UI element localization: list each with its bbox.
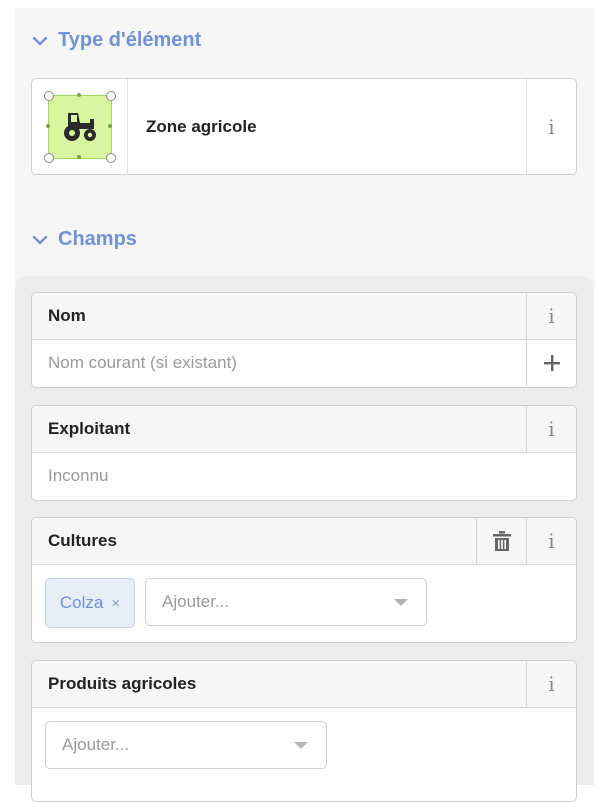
add-localized-name-button[interactable] [526, 340, 576, 386]
delete-button[interactable] [476, 518, 526, 564]
info-icon: i [548, 417, 555, 441]
midpoint-handle [108, 124, 112, 128]
chip-remove-icon[interactable]: × [111, 595, 120, 612]
info-button[interactable]: i [526, 79, 576, 174]
chip-label: Colza [59, 593, 104, 612]
field-label: Exploitant [48, 419, 131, 438]
midpoint-handle [77, 155, 81, 159]
preset-icon-cell [32, 79, 128, 174]
midpoint-handle [77, 93, 81, 97]
chevron-down-icon [32, 36, 48, 45]
info-icon: i [548, 114, 555, 139]
field-label: Cultures [48, 531, 117, 550]
field-header: Cultures i [32, 518, 576, 565]
fields-section-title: Champs [58, 228, 137, 250]
info-button[interactable]: i [526, 518, 576, 564]
field-cultures: Cultures i Colza × Ajouter... [31, 517, 577, 643]
field-label: Nom [48, 306, 86, 325]
field-produits-agricoles: Produits agricoles i Ajouter... [31, 660, 577, 802]
crop-chip: Colza × [45, 578, 135, 628]
info-icon: i [548, 529, 555, 553]
info-button[interactable]: i [526, 293, 576, 339]
field-exploitant: Exploitant i Inconnu [31, 405, 577, 501]
name-input[interactable]: Nom courant (si existant) [32, 340, 576, 386]
field-nom: Nom i Nom courant (si existant) [31, 292, 577, 388]
caret-down-icon [294, 742, 308, 749]
vertex-handle [106, 153, 116, 163]
trash-icon [492, 531, 511, 551]
field-label: Produits agricoles [48, 674, 197, 693]
info-button[interactable]: i [526, 661, 576, 707]
vertex-handle [44, 153, 54, 163]
info-button[interactable]: i [526, 406, 576, 452]
combobox-placeholder: Ajouter... [162, 592, 230, 611]
crop-combobox[interactable]: Ajouter... [145, 578, 427, 626]
vertex-handle [106, 91, 116, 101]
midpoint-handle [46, 124, 50, 128]
field-header: Exploitant i [32, 406, 576, 453]
tractor-icon [64, 113, 96, 141]
chevron-down-icon [32, 235, 48, 244]
caret-down-icon [394, 599, 408, 606]
info-icon: i [548, 304, 555, 328]
operator-input[interactable]: Inconnu [32, 453, 576, 499]
type-section-title: Type d'élément [58, 29, 202, 51]
type-section-toggle[interactable]: Type d'élément [32, 29, 201, 52]
info-icon: i [548, 672, 555, 696]
field-header: Nom i [32, 293, 576, 340]
fields-section-toggle[interactable]: Champs [32, 228, 137, 251]
field-header: Produits agricoles i [32, 661, 576, 708]
vertex-handle [44, 91, 54, 101]
combobox-placeholder: Ajouter... [62, 735, 130, 754]
preset-label: Zone agricole [146, 116, 257, 136]
produce-combobox[interactable]: Ajouter... [45, 721, 327, 769]
preset-selector[interactable]: Zone agricole i [31, 78, 577, 175]
plus-icon [543, 355, 560, 371]
